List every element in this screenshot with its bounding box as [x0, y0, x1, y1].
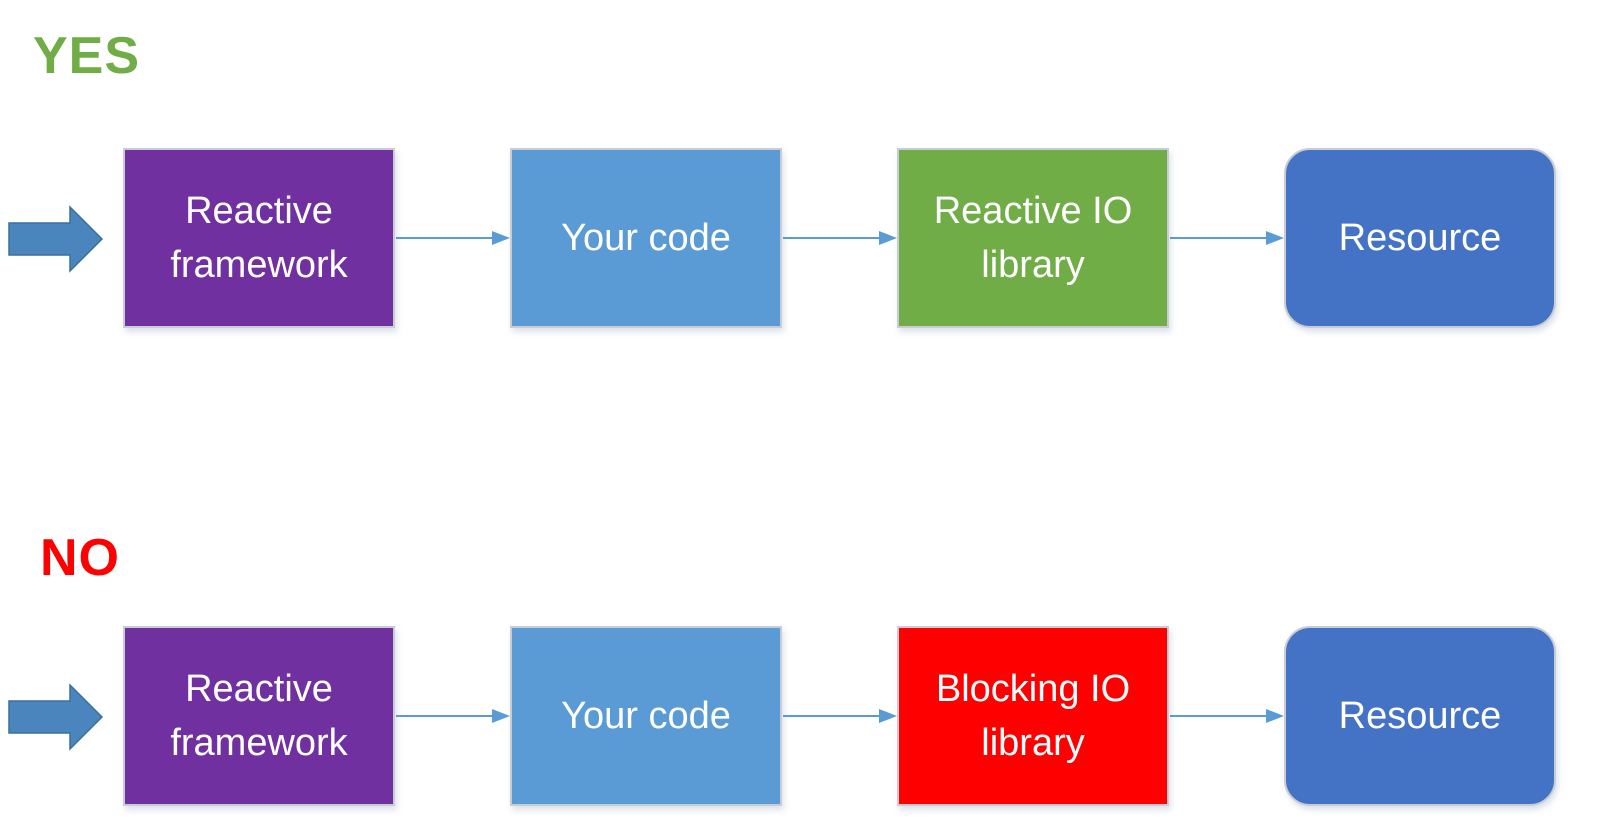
connector-arrow [783, 231, 897, 245]
connector-arrow [783, 709, 897, 723]
connector-arrow [396, 231, 510, 245]
reactive-io-library-box: Reactive IO library [897, 148, 1169, 328]
box-label: Your code [561, 217, 731, 259]
entry-arrow-icon [8, 205, 104, 273]
reactive-framework-box: Reactive framework [123, 626, 395, 806]
connector-arrow [396, 709, 510, 723]
resource-box: Resource [1284, 148, 1556, 328]
no-heading: NO [40, 529, 120, 587]
box-label: Blocking IO library [935, 668, 1131, 764]
box-label: Reactive framework [170, 190, 348, 286]
entry-arrow-icon [8, 683, 104, 751]
box-label: Resource [1338, 217, 1502, 259]
resource-box: Resource [1284, 626, 1556, 806]
box-label: Resource [1338, 695, 1502, 737]
reactive-framework-box: Reactive framework [123, 148, 395, 328]
box-label: Your code [561, 695, 731, 737]
blocking-io-library-box: Blocking IO library [897, 626, 1169, 806]
your-code-box: Your code [510, 626, 782, 806]
connector-arrow [1170, 709, 1284, 723]
your-code-box: Your code [510, 148, 782, 328]
yes-heading: YES [33, 27, 141, 85]
connector-arrow [1170, 231, 1284, 245]
box-label: Reactive IO library [933, 190, 1133, 286]
box-label: Reactive framework [170, 668, 348, 764]
